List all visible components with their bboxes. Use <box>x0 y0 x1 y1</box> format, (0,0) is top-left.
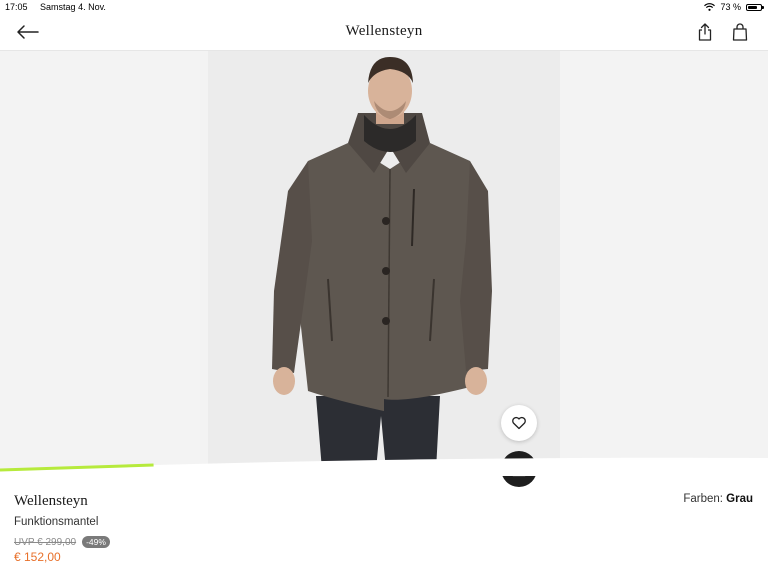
nav-bar: Wellensteyn <box>0 14 768 51</box>
product-photo <box>272 57 492 470</box>
heart-icon <box>512 416 526 430</box>
bag-button[interactable] <box>729 21 751 43</box>
status-bar: 17:05 Samstag 4. Nov. 73 % <box>0 0 768 14</box>
battery-icon <box>746 3 764 11</box>
price-row: UVP € 299,00 -49% <box>14 536 110 548</box>
sale-price: € 152,00 <box>14 550 61 564</box>
battery-percent: 73 % <box>720 2 741 12</box>
colors-label: Farben: <box>683 493 723 505</box>
uvp-price: UVP € 299,00 <box>14 536 77 548</box>
wishlist-button[interactable] <box>501 405 537 441</box>
color-value: Grau <box>726 493 753 505</box>
product-gallery[interactable] <box>0 51 768 487</box>
share-button[interactable] <box>694 21 716 43</box>
share-icon <box>698 23 712 41</box>
page-title: Wellensteyn <box>345 23 423 39</box>
carousel-progress <box>0 456 768 476</box>
status-date: Samstag 4. Nov. <box>40 2 106 12</box>
product-name: Funktionsmantel <box>14 516 99 528</box>
discount-badge: -49% <box>82 536 110 548</box>
status-time: 17:05 <box>5 2 28 12</box>
wifi-icon <box>704 3 716 11</box>
product-brand: Wellensteyn <box>14 493 88 509</box>
product-image[interactable] <box>208 51 560 470</box>
shopping-bag-icon <box>732 23 748 41</box>
color-selector[interactable]: Farben: Grau <box>683 493 753 505</box>
